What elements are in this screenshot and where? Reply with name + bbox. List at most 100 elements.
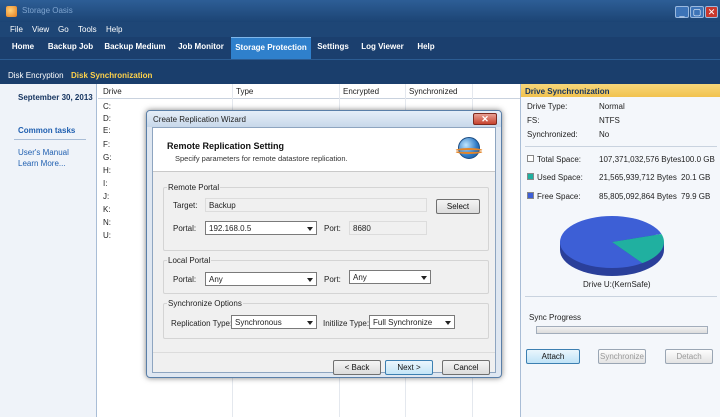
fs-label: FS:: [527, 116, 540, 125]
tab-backup-medium[interactable]: Backup Medium: [99, 37, 171, 59]
attach-button[interactable]: Attach: [526, 349, 580, 364]
local-port-value: Any: [353, 273, 367, 282]
chevron-down-icon: [445, 321, 451, 325]
remote-port-label: Port:: [324, 224, 341, 233]
table-row[interactable]: J:: [103, 192, 109, 201]
menu-view[interactable]: View: [32, 25, 49, 34]
table-row[interactable]: K:: [103, 205, 111, 214]
subtab-disk-encryption[interactable]: Disk Encryption: [8, 71, 64, 80]
used-space-gb: 20.1 GB: [681, 173, 711, 182]
menu-help[interactable]: Help: [106, 25, 122, 34]
divider: [14, 139, 86, 140]
synchronized-value: No: [599, 130, 610, 139]
close-button[interactable]: ✕: [705, 6, 718, 18]
dialog-title: Create Replication Wizard: [153, 115, 246, 124]
tab-log-viewer[interactable]: Log Viewer: [355, 37, 410, 59]
sub-tabs: Disk Encryption Disk Synchronization: [0, 59, 720, 84]
replication-type-select[interactable]: Synchronous: [231, 315, 317, 329]
remote-port-field[interactable]: 8680: [349, 221, 427, 235]
learn-more-link[interactable]: Learn More...: [18, 159, 66, 168]
wizard-subheading: Specify parameters for remote datastore …: [175, 154, 348, 163]
used-space-label: Used Space:: [537, 173, 583, 182]
initialize-type-value: Full Synchronize: [373, 318, 433, 327]
target-label: Target:: [173, 201, 198, 210]
minimize-button[interactable]: _: [675, 6, 689, 18]
initialize-type-select[interactable]: Full Synchronize: [369, 315, 455, 329]
remote-portal-select[interactable]: 192.168.0.5: [205, 221, 317, 235]
local-portal-value: Any: [209, 275, 223, 284]
menu-file[interactable]: File: [10, 25, 23, 34]
tab-job-monitor[interactable]: Job Monitor: [172, 37, 230, 59]
table-row[interactable]: C:: [103, 102, 111, 111]
header-divider: [98, 98, 520, 99]
dialog-title-bar: Create Replication Wizard ✕: [147, 111, 501, 127]
total-space-swatch: [527, 155, 534, 162]
disk-usage-pie-chart: [560, 216, 664, 276]
menu-go[interactable]: Go: [58, 25, 69, 34]
tab-home[interactable]: Home: [4, 37, 42, 59]
subtab-disk-synchronization[interactable]: Disk Synchronization: [71, 71, 152, 80]
table-row[interactable]: D:: [103, 114, 111, 123]
divider: [525, 146, 717, 147]
free-space-label: Free Space:: [537, 192, 581, 201]
column-header-encrypted[interactable]: Encrypted: [343, 87, 379, 96]
replication-wizard-dialog: Create Replication Wizard ✕ Remote Repli…: [146, 110, 502, 378]
remote-portal-label: Remote Portal: [167, 183, 221, 192]
sync-progress-label: Sync Progress: [529, 313, 582, 322]
tab-help[interactable]: Help: [411, 37, 441, 59]
cancel-button[interactable]: Cancel: [442, 360, 490, 375]
current-date: September 30, 2013: [18, 93, 93, 102]
used-space-swatch: [527, 173, 534, 180]
panel-header: Drive Synchronization: [521, 84, 720, 97]
app-logo-icon: [6, 6, 17, 17]
chevron-down-icon: [307, 227, 313, 231]
table-row[interactable]: F:: [103, 140, 110, 149]
chevron-down-icon: [307, 321, 313, 325]
next-button[interactable]: Next >: [385, 360, 433, 375]
table-row[interactable]: N:: [103, 218, 111, 227]
initialize-type-label: Initilize Type:: [323, 319, 370, 328]
total-space-bytes: 107,371,032,576 Bytes: [599, 155, 682, 164]
maximize-button[interactable]: ▢: [690, 6, 704, 18]
replication-type-label: Replication Type:: [171, 319, 233, 328]
wizard-heading: Remote Replication Setting: [167, 141, 285, 151]
synchronize-button[interactable]: Synchronize: [598, 349, 646, 364]
tab-settings[interactable]: Settings: [312, 37, 354, 59]
title-bar: Storage Oasis _ ▢ ✕: [0, 0, 720, 22]
divider: [525, 296, 717, 297]
free-space-swatch: [527, 192, 534, 199]
column-header-synchronized[interactable]: Synchronized: [409, 87, 457, 96]
divider: [153, 352, 495, 353]
table-row[interactable]: G:: [103, 153, 111, 162]
select-target-button[interactable]: Select: [436, 199, 480, 214]
detach-button[interactable]: Detach: [665, 349, 713, 364]
dialog-body: Remote Replication Setting Specify param…: [152, 127, 496, 375]
main-tabs: Home Backup Job Backup Medium Job Monito…: [0, 37, 720, 59]
table-row[interactable]: I:: [103, 179, 107, 188]
local-port-select[interactable]: Any: [349, 270, 431, 284]
column-header-type[interactable]: Type: [236, 87, 253, 96]
table-row[interactable]: H:: [103, 166, 111, 175]
menu-tools[interactable]: Tools: [78, 25, 97, 34]
tab-backup-job[interactable]: Backup Job: [43, 37, 98, 59]
total-space-label: Total Space:: [537, 155, 582, 164]
dialog-close-button[interactable]: ✕: [473, 113, 497, 125]
drive-sync-panel: Drive Synchronization Drive Type: Normal…: [520, 84, 720, 417]
back-button[interactable]: < Back: [333, 360, 381, 375]
free-space-bytes: 85,805,092,864 Bytes: [599, 192, 677, 201]
table-row[interactable]: U:: [103, 231, 111, 240]
local-portal-select[interactable]: Any: [205, 272, 317, 286]
target-field[interactable]: Backup: [205, 198, 427, 212]
left-panel: September 30, 2013 Common tasks User's M…: [0, 84, 97, 417]
table-row[interactable]: E:: [103, 126, 111, 135]
drive-type-label: Drive Type:: [527, 102, 568, 111]
tab-storage-protection[interactable]: Storage Protection: [231, 37, 311, 59]
users-manual-link[interactable]: User's Manual: [18, 148, 69, 157]
column-header-drive[interactable]: Drive: [103, 87, 122, 96]
chevron-down-icon: [421, 276, 427, 280]
replication-type-value: Synchronous: [235, 318, 282, 327]
remote-portal-value: 192.168.0.5: [209, 224, 252, 233]
synchronized-label: Synchronized:: [527, 130, 578, 139]
wizard-header: Remote Replication Setting Specify param…: [153, 128, 495, 172]
pie-caption: Drive U:(KernSafe): [583, 280, 651, 289]
